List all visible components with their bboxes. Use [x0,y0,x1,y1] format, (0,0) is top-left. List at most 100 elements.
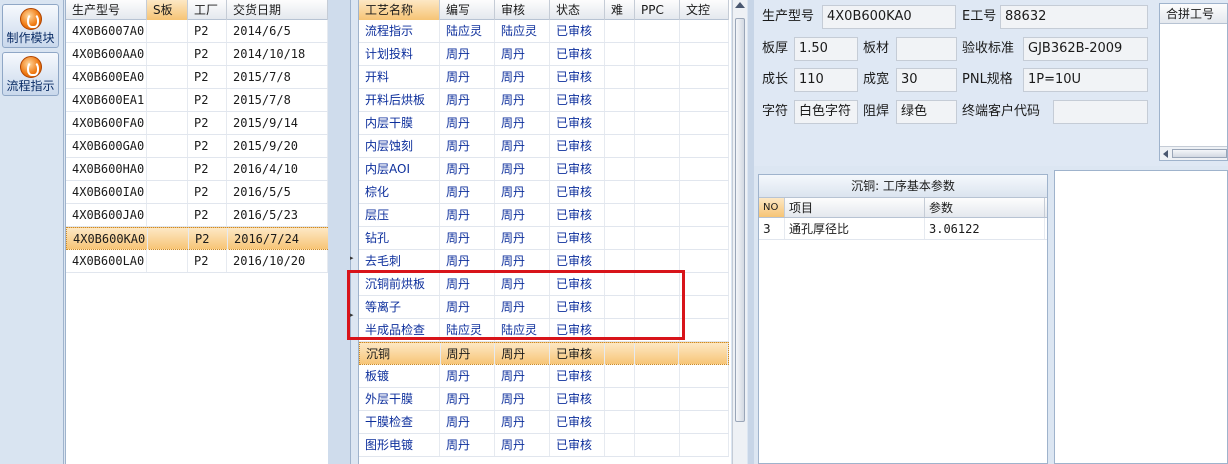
char-field[interactable]: 白色字符 [794,100,858,124]
author-cell: 陆应灵 [440,20,495,42]
length-field[interactable]: 110 [794,68,858,92]
product-row[interactable]: 4X0B600IA0 P2 2016/5/5 [66,181,328,204]
col-header-model[interactable]: 生产型号 [66,0,147,20]
process-row[interactable]: 层压 周丹 周丹 已审核 [359,204,729,227]
delivery-date-cell: 2016/7/24 [228,228,328,250]
process-name-cell: 流程指示 [359,20,440,42]
col-header-delivery-date[interactable]: 交货日期 [227,0,328,20]
col-header-ppc[interactable]: PPC [635,0,680,20]
col-header-doc-control[interactable]: 文控 [680,0,729,20]
col-header-process-name[interactable]: 工艺名称 [359,0,440,20]
process-name-cell: 内层蚀刻 [359,135,440,157]
scroll-thumb[interactable] [735,18,745,422]
customer-field[interactable] [1053,100,1148,124]
status-cell: 已审核 [550,411,605,433]
process-name-cell: 干膜检查 [359,411,440,433]
model-cell: 4X0B600EA0 [66,66,147,88]
mask-label: 阻焊 [863,104,890,119]
process-row[interactable]: 流程指示 陆应灵 陆应灵 已审核 [359,20,729,43]
doc-control-cell [680,112,729,134]
product-row[interactable]: 4X0B600KA0 P2 2016/7/24 [66,227,328,250]
col-header-status[interactable]: 状态 [550,0,605,20]
param-row[interactable]: 3 通孔厚径比 3.06122 [759,218,1047,240]
process-name-cell: 内层干膜 [359,112,440,134]
process-vertical-scrollbar[interactable] [732,0,747,464]
ppc-cell [635,181,680,203]
process-name-cell: 开料 [359,66,440,88]
process-row[interactable]: 内层干膜 周丹 周丹 已审核 [359,112,729,135]
status-cell: 已审核 [550,89,605,111]
model-cell: 4X0B600AA0 [66,43,147,65]
status-cell: 已审核 [550,250,605,272]
col-header-item[interactable]: 项目 [785,198,925,217]
difficulty-cell [605,66,635,88]
reviewer-cell: 周丹 [495,158,550,180]
author-cell: 周丹 [440,365,495,387]
eno-field[interactable]: 88632 [1000,5,1148,29]
material-label: 板材 [863,41,890,56]
model-cell: 4X0B6007A0 [66,20,147,42]
model-field[interactable]: 4X0B600KA0 [822,5,956,29]
standard-field[interactable]: GJB362B-2009 [1023,37,1148,61]
col-header-no[interactable]: NO [759,198,785,217]
process-params-panel: 沉铜: 工序基本参数 NO 项目 参数 3 通孔厚径比 3.06122 [758,174,1048,464]
process-row[interactable]: 内层AOI 周丹 周丹 已审核 [359,158,729,181]
process-row[interactable]: 计划投料 周丹 周丹 已审核 [359,43,729,66]
ppc-cell [635,365,680,387]
thickness-field[interactable]: 1.50 [794,37,858,61]
process-row[interactable]: 棕化 周丹 周丹 已审核 [359,181,729,204]
process-instruction-button[interactable]: 流程指示 [2,52,59,96]
product-row[interactable]: 4X0B600EA1 P2 2015/7/8 [66,89,328,112]
product-row[interactable]: 4X0B600HA0 P2 2016/4/10 [66,158,328,181]
col-header-author[interactable]: 编写 [440,0,495,20]
product-row[interactable]: 4X0B600JA0 P2 2016/5/23 [66,204,328,227]
merge-job-header[interactable]: 合拼工号 [1160,4,1227,24]
merge-job-panel: 合拼工号 [1159,3,1228,161]
scroll-thumb[interactable] [1172,149,1227,158]
col-header-reviewer[interactable]: 审核 [495,0,550,20]
scroll-up-arrow-icon[interactable] [735,2,745,8]
author-cell: 周丹 [440,411,495,433]
doc-control-cell [680,273,729,295]
col-header-param[interactable]: 参数 [925,198,1045,217]
product-row[interactable]: 4X0B600AA0 P2 2014/10/18 [66,43,328,66]
pnl-field[interactable]: 1P=10U [1023,68,1148,92]
scroll-left-arrow-icon[interactable] [1163,150,1168,158]
product-row[interactable]: 4X0B600FA0 P2 2015/9/14 [66,112,328,135]
mask-field[interactable]: 绿色 [896,100,957,124]
make-module-button[interactable]: 制作模块 [2,4,59,48]
param-value-cell: 3.06122 [925,218,1045,239]
process-name-cell: 计划投料 [359,43,440,65]
author-cell: 周丹 [440,181,495,203]
product-row[interactable]: 4X0B600GA0 P2 2015/9/20 [66,135,328,158]
col-header-s-board[interactable]: S板 [147,0,188,20]
process-name-cell: 板镀 [359,365,440,387]
col-header-factory[interactable]: 工厂 [188,0,227,20]
process-row[interactable]: 干膜检查 周丹 周丹 已审核 [359,411,729,434]
row-marker-icon: ▸ [350,254,354,262]
process-row[interactable]: 图形电镀 周丹 周丹 已审核 [359,434,729,457]
merge-horizontal-scrollbar[interactable] [1160,146,1227,160]
material-field[interactable] [896,37,957,61]
product-row[interactable]: 4X0B600LA0 P2 2016/10/20 [66,250,328,273]
product-row[interactable]: 4X0B600EA0 P2 2015/7/8 [66,66,328,89]
delivery-date-cell: 2015/7/8 [227,89,328,111]
process-row[interactable]: 开料 周丹 周丹 已审核 [359,66,729,89]
model-cell: 4X0B600HA0 [66,158,147,180]
col-header-difficulty[interactable]: 难 [605,0,635,20]
reviewer-cell: 周丹 [495,43,550,65]
process-row[interactable]: 沉铜 周丹 周丹 已审核 [359,342,729,365]
model-cell: 4X0B600EA1 [66,89,147,111]
width-field[interactable]: 30 [896,68,957,92]
product-row[interactable]: 4X0B6007A0 P2 2014/6/5 [66,20,328,43]
process-row[interactable]: 内层蚀刻 周丹 周丹 已审核 [359,135,729,158]
splitter-gutter[interactable] [328,0,351,464]
process-row[interactable]: 开料后烘板 周丹 周丹 已审核 [359,89,729,112]
reviewer-cell: 周丹 [495,89,550,111]
params-header: NO 项目 参数 [759,198,1047,218]
process-row[interactable]: 钻孔 周丹 周丹 已审核 [359,227,729,250]
process-row[interactable]: 板镀 周丹 周丹 已审核 [359,365,729,388]
ppc-cell [635,158,680,180]
doc-control-cell [680,135,729,157]
process-row[interactable]: 外层干膜 周丹 周丹 已审核 [359,388,729,411]
